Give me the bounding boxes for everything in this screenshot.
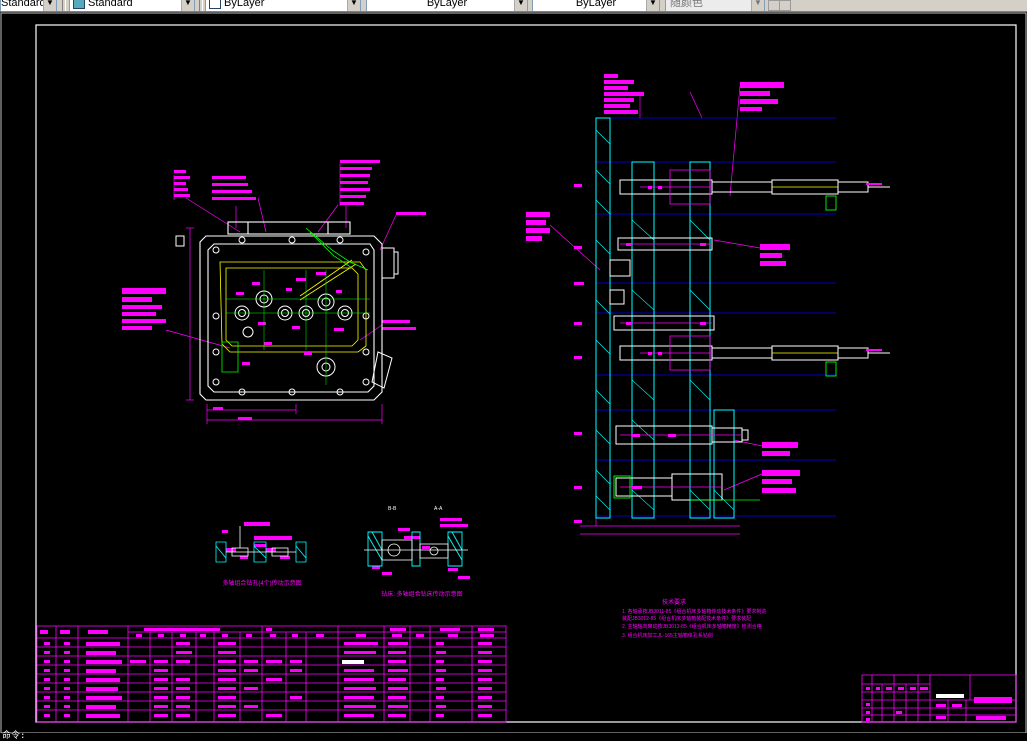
tech-line-2: 装配JB3012-85《组合机床多轴箱装配技术条件》要求装配 xyxy=(622,615,751,622)
section-view-left: 多轴组合钻孔(4个)传动示意图 xyxy=(215,522,307,587)
tech-line-1: 1. 各轴承按JB3011-85《组合机床多轴箱传动技术条件》要求制造 xyxy=(622,608,766,615)
section-view-right: B-B A-A 钻床: 多轴组合钻床传动示意图 xyxy=(364,506,470,598)
drawing-canvas[interactable]: 多轴组合钻孔(4个)传动示意图 B-B A-A 钻床: 多轴组合钻床传动示意图 xyxy=(0,0,1027,739)
drawing-frame xyxy=(35,24,1017,723)
parts-list-table xyxy=(36,625,507,723)
command-prompt: 命令: xyxy=(2,731,26,741)
tech-line-3: 2. 主轴轴向窜动按JB3013-85《组合机床多轴箱精度》检测合格 xyxy=(622,623,762,630)
section-note-right: 钻床: 多轴组合钻床传动示意图 xyxy=(381,590,462,598)
spindle-assembly-view xyxy=(526,74,890,535)
section-b-label: B-B xyxy=(388,506,397,512)
section-a-label: A-A xyxy=(434,506,443,512)
tech-line-4: 3. 组合机床加工JL-165主轴箱体孔系钻削 xyxy=(622,632,713,639)
sheet-border xyxy=(0,12,1027,734)
technical-requirements: 技术要求 1. 各轴承按JB3011-85《组合机床多轴箱传动技术条件》要求制造… xyxy=(622,598,766,639)
section-note-left: 多轴组合钻孔(4个)传动示意图 xyxy=(222,579,301,587)
housing-view xyxy=(122,160,426,424)
command-line[interactable]: 命令: xyxy=(0,731,1027,741)
tech-title: 技术要求 xyxy=(662,598,686,606)
title-block xyxy=(861,674,1017,723)
